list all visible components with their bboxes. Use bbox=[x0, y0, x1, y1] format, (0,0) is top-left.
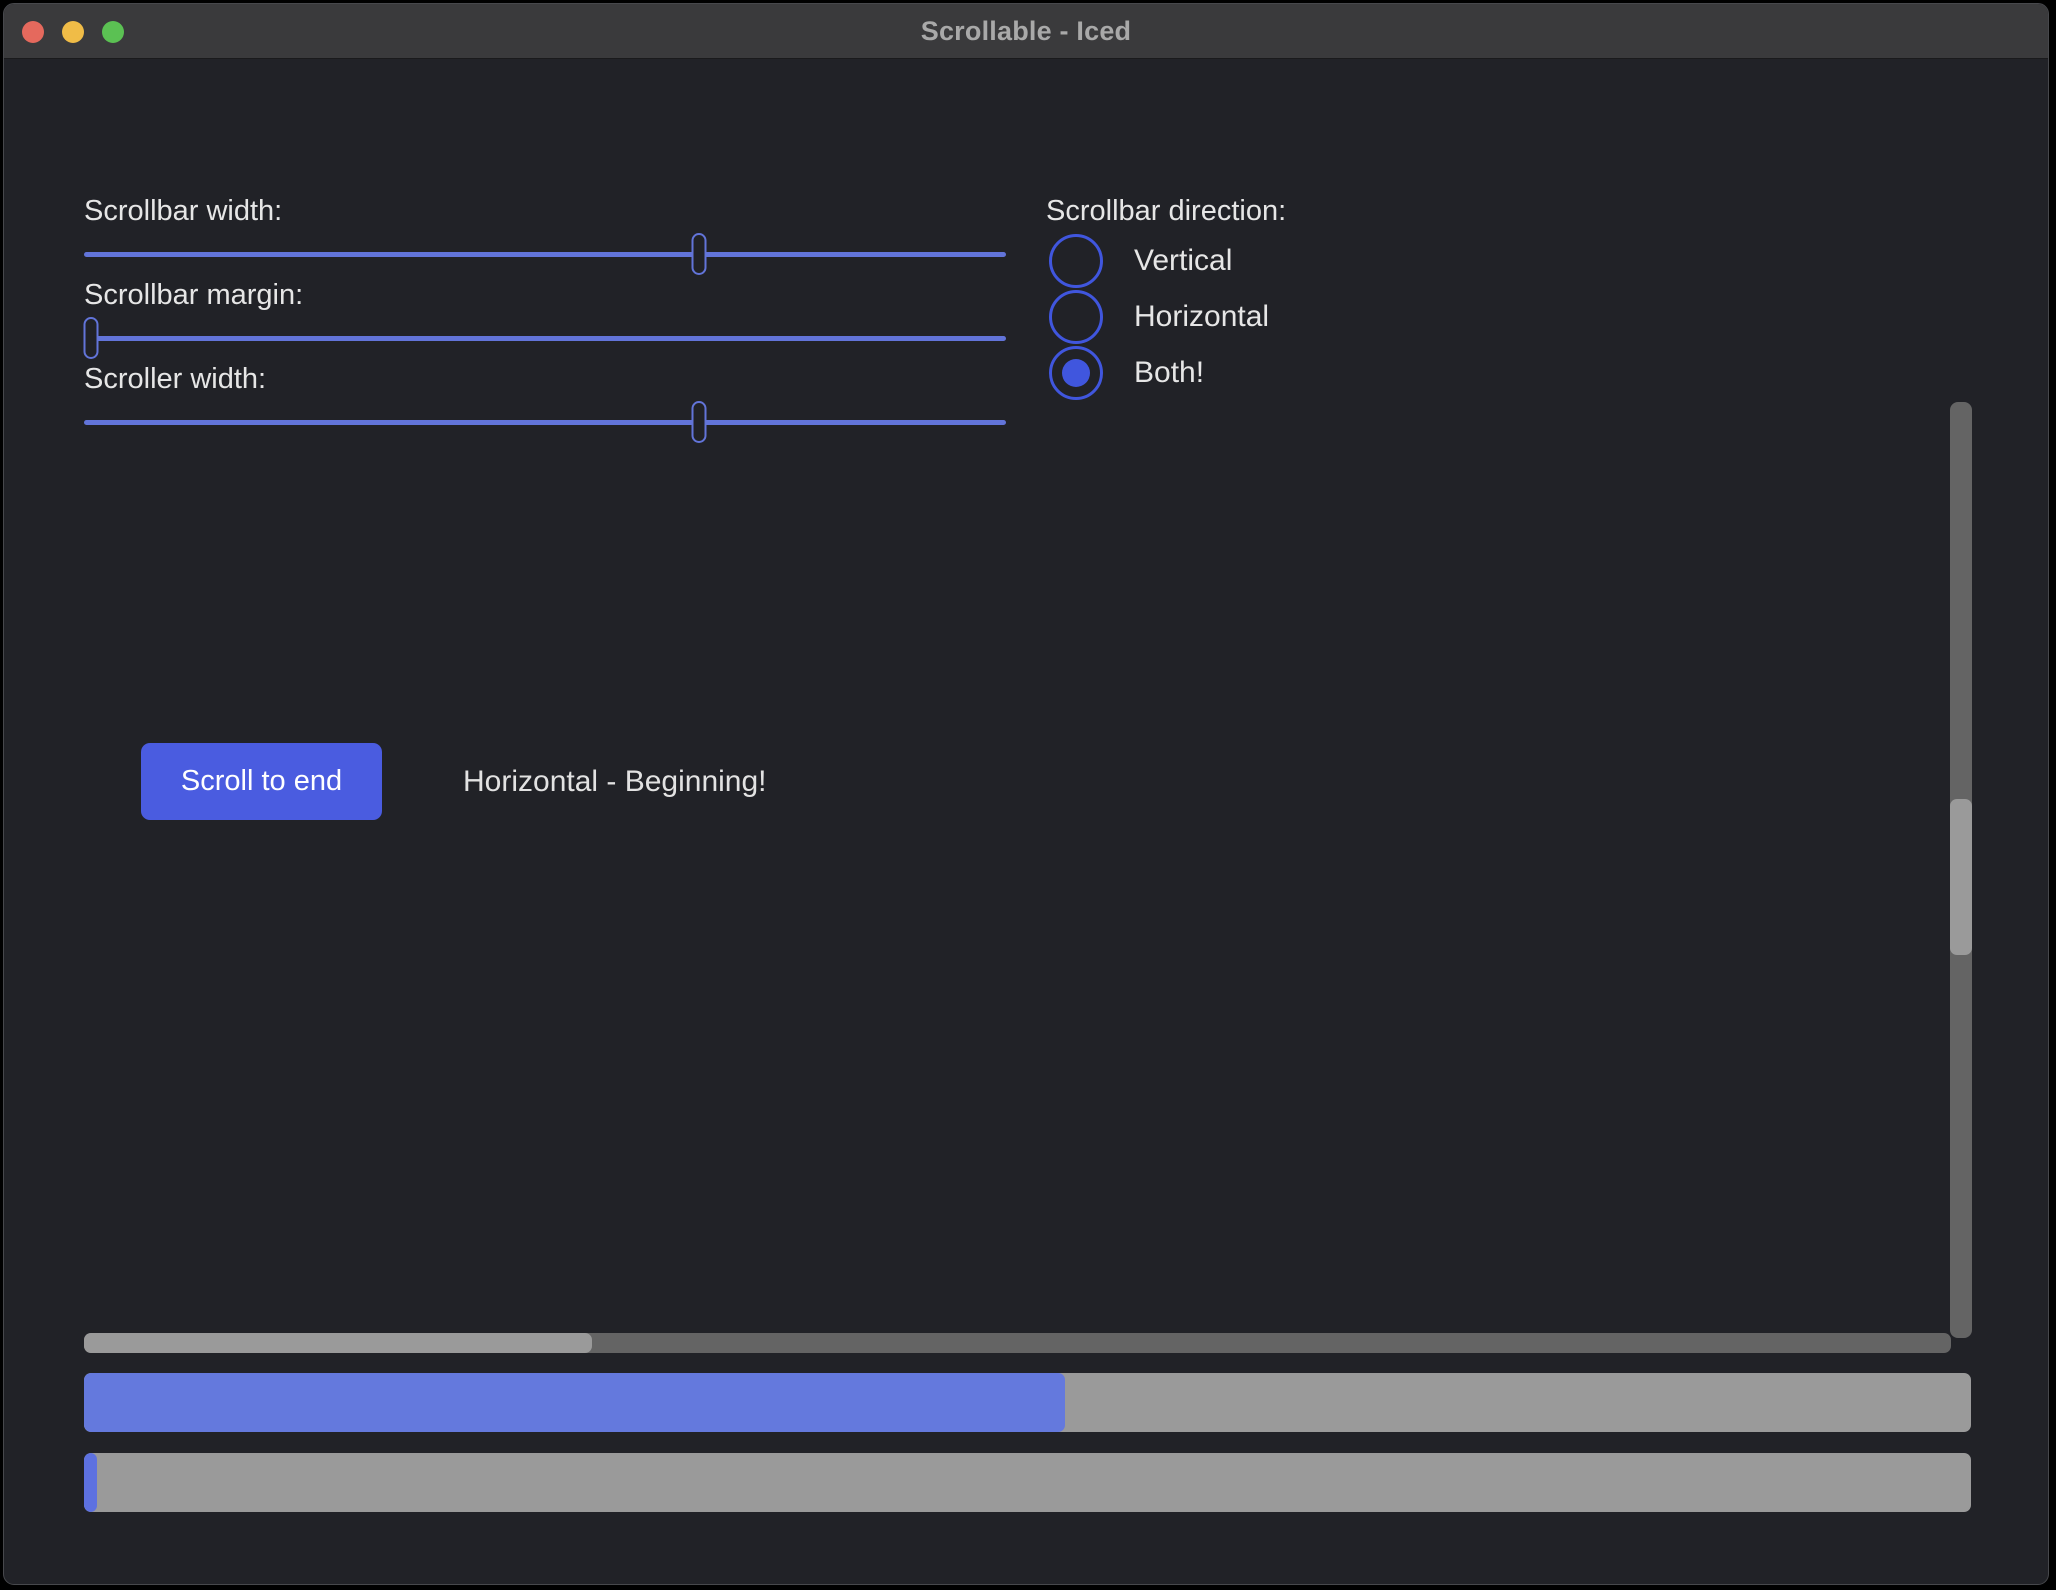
scrollbar-margin-label: Scrollbar margin: bbox=[84, 276, 303, 314]
slider-handle[interactable] bbox=[691, 233, 706, 275]
radio-option-both[interactable]: Both! bbox=[1049, 346, 1204, 400]
radio-option-horizontal[interactable]: Horizontal bbox=[1049, 290, 1269, 344]
slider-track[interactable] bbox=[84, 252, 1006, 257]
slider-track[interactable] bbox=[84, 336, 1006, 341]
vertical-progress-bar bbox=[84, 1453, 1971, 1512]
scrollbar-direction-label: Scrollbar direction: bbox=[1046, 192, 1286, 230]
scroll-status-text: Horizontal - Beginning! bbox=[463, 743, 767, 820]
progress-fill bbox=[84, 1373, 1065, 1432]
scrollbar-margin-slider[interactable] bbox=[84, 317, 1006, 359]
radio-label: Both! bbox=[1134, 356, 1204, 390]
radio-label: Horizontal bbox=[1134, 300, 1269, 334]
titlebar: Scrollable - Iced bbox=[4, 4, 2048, 59]
horizontal-scrollbar[interactable] bbox=[84, 1333, 1951, 1353]
scrollbar-width-label: Scrollbar width: bbox=[84, 192, 282, 230]
window-title: Scrollable - Iced bbox=[921, 16, 1131, 47]
vertical-scrollbar[interactable] bbox=[1950, 402, 1972, 1338]
radio-icon[interactable] bbox=[1049, 234, 1103, 288]
slider-track[interactable] bbox=[84, 420, 1006, 425]
traffic-lights bbox=[22, 21, 124, 43]
scrollbar-width-slider[interactable] bbox=[84, 233, 1006, 275]
content-area: Scrollbar width: Scrollbar margin: Scrol… bbox=[4, 59, 2048, 1584]
slider-handle[interactable] bbox=[691, 401, 706, 443]
scroll-to-end-button[interactable]: Scroll to end bbox=[141, 743, 382, 820]
radio-icon[interactable] bbox=[1049, 346, 1103, 400]
horizontal-progress-bar bbox=[84, 1373, 1971, 1432]
close-icon[interactable] bbox=[22, 21, 44, 43]
minimize-icon[interactable] bbox=[62, 21, 84, 43]
radio-label: Vertical bbox=[1134, 244, 1232, 278]
scroller-width-slider[interactable] bbox=[84, 401, 1006, 443]
scroller-width-label: Scroller width: bbox=[84, 360, 266, 398]
radio-option-vertical[interactable]: Vertical bbox=[1049, 234, 1232, 288]
zoom-icon[interactable] bbox=[102, 21, 124, 43]
horizontal-scrollbar-thumb[interactable] bbox=[84, 1333, 592, 1353]
radio-icon[interactable] bbox=[1049, 290, 1103, 344]
app-window: Scrollable - Iced Scrollbar width: Scrol… bbox=[3, 3, 2049, 1585]
progress-fill bbox=[84, 1453, 97, 1512]
slider-handle[interactable] bbox=[84, 317, 99, 359]
vertical-scrollbar-thumb[interactable] bbox=[1950, 799, 1972, 955]
screen: Scrollable - Iced Scrollbar width: Scrol… bbox=[0, 0, 2056, 1590]
